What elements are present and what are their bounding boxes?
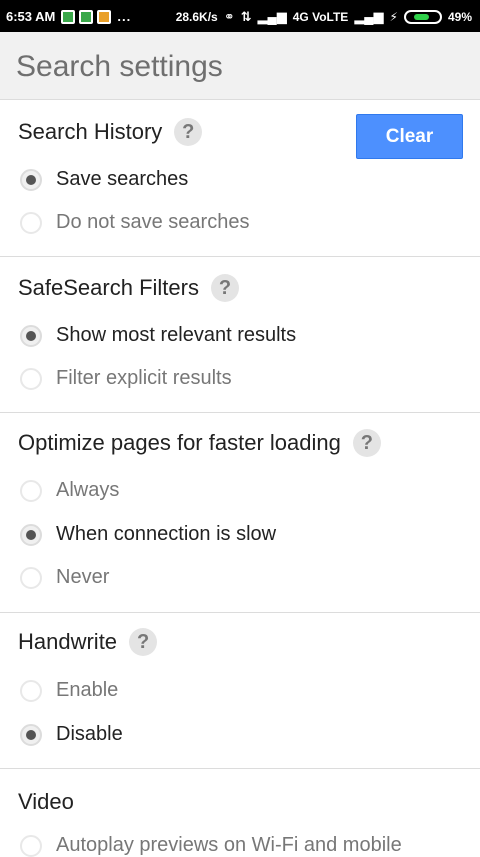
option-label: Filter explicit results [56,367,232,389]
page-header: Search settings [0,32,480,100]
safesearch-section: SafeSearch Filters ? Show most relevant … [0,257,480,413]
status-bar-left: 6:53 AM ... [6,9,131,24]
option-never[interactable]: Never [20,566,109,589]
section-title: Optimize pages for faster loading [18,430,341,455]
status-bar: 6:53 AM ... 28.6K/s ⚭ ⇅ ▂▄▆ 4G VoLTE ▂▄▆… [0,0,480,32]
help-icon[interactable]: ? [352,429,381,457]
app-notification-icon-3 [97,9,112,24]
section-title: Video [18,789,74,814]
app-notification-icon-2 [79,9,94,24]
optimize-header: Optimize pages for faster loading ? [18,429,381,457]
radio-button[interactable] [20,211,42,234]
video-section: Video Autoplay previews on Wi-Fi and mob… [0,769,480,857]
section-title: Search History [18,119,163,144]
help-icon[interactable]: ? [129,628,158,656]
option-when-slow[interactable]: When connection is slow [20,523,276,546]
network-speed: 28.6K/s [175,10,218,24]
radio-button[interactable] [20,168,42,191]
more-notifications-icon: ... [117,9,132,24]
signal-icon: ▂▄▆ [257,9,287,24]
status-time: 6:53 AM [6,9,56,24]
battery-fill [413,14,429,20]
battery-icon [403,10,442,24]
data-transfer-icon: ⇅ [240,9,252,24]
app-notification-icon [61,9,76,24]
radio-button[interactable] [20,367,42,390]
option-filter-explicit[interactable]: Filter explicit results [20,367,232,390]
radio-button[interactable] [20,479,42,502]
option-label: Enable [56,679,119,701]
option-label: Never [56,566,110,588]
clear-history-button[interactable]: Clear [356,114,463,159]
handwrite-section: Handwrite ? Enable Disable [0,613,480,769]
option-label: When connection is slow [56,523,277,545]
radio-button[interactable] [20,324,42,347]
radio-button[interactable] [20,723,42,746]
radio-button[interactable] [20,679,42,702]
safesearch-header: SafeSearch Filters ? [18,274,239,302]
option-label: Always [56,479,120,501]
radio-button[interactable] [20,834,42,857]
option-label: Disable [56,723,123,745]
handwrite-header: Handwrite ? [18,628,158,656]
option-label: Show most relevant results [56,324,297,346]
page-title: Search settings [16,50,223,83]
battery-percent: 49% [447,10,472,24]
optimize-section: Optimize pages for faster loading ? Alwa… [0,413,480,613]
radio-button[interactable] [20,566,42,589]
option-do-not-save-searches[interactable]: Do not save searches [20,211,249,234]
option-label: Do not save searches [56,211,250,233]
search-history-header: Search History ? [18,118,203,146]
option-label: Save searches [56,168,189,190]
option-disable[interactable]: Disable [20,723,123,746]
section-title: SafeSearch Filters [18,275,199,300]
option-always[interactable]: Always [20,479,119,502]
section-title: Handwrite [18,629,118,654]
network-type: 4G VoLTE [292,10,349,24]
help-icon[interactable]: ? [210,274,239,302]
headphones-icon: ⚭ [223,9,235,24]
option-show-most-relevant[interactable]: Show most relevant results [20,324,296,347]
charging-icon: ⚡ [389,10,398,24]
option-save-searches[interactable]: Save searches [20,168,188,191]
signal-icon-2: ▂▄▆ [354,9,384,24]
status-bar-right: 28.6K/s ⚭ ⇅ ▂▄▆ 4G VoLTE ▂▄▆ ⚡ 49% [170,9,472,25]
radio-button[interactable] [20,523,42,546]
help-icon[interactable]: ? [174,118,203,146]
search-history-section: Search History ? Clear Save searches Do … [0,100,480,257]
video-header: Video [18,789,74,815]
option-enable[interactable]: Enable [20,679,118,702]
